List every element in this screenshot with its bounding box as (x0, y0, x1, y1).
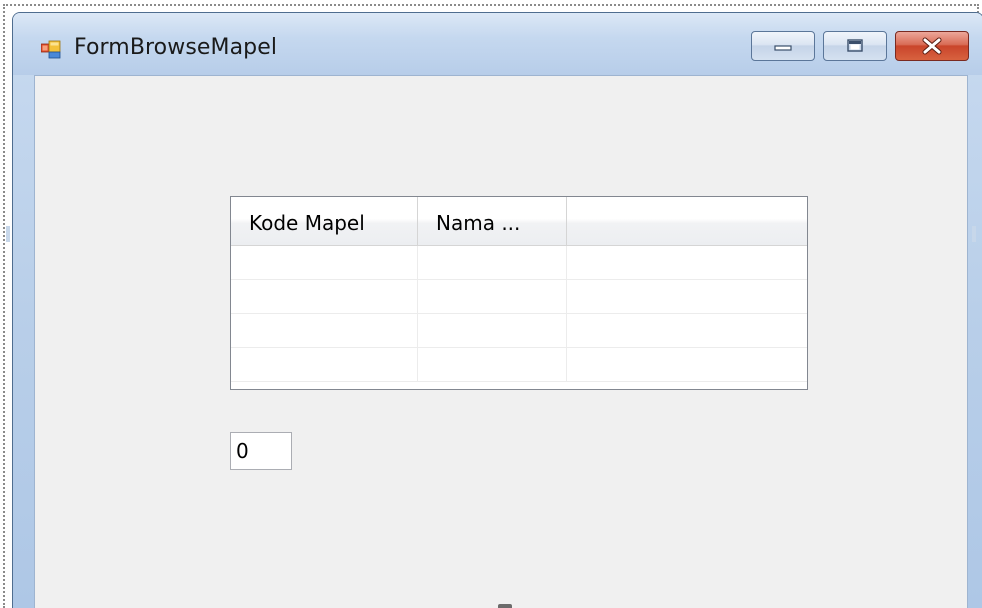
column-header-nama[interactable]: Nama ... (418, 197, 567, 245)
grid-cell[interactable] (418, 348, 567, 381)
close-icon (922, 37, 942, 55)
maximize-icon (847, 39, 863, 52)
grid-cell[interactable] (231, 348, 418, 381)
grid-cell (567, 348, 807, 381)
table-row[interactable] (231, 280, 807, 314)
table-row[interactable] (231, 348, 807, 382)
grid-cell[interactable] (418, 314, 567, 347)
column-header-kode-mapel[interactable]: Kode Mapel (231, 197, 418, 245)
minimize-icon (774, 45, 792, 51)
table-row[interactable] (231, 314, 807, 348)
maximize-button[interactable] (823, 31, 887, 61)
app-icon (41, 40, 61, 59)
minimize-button[interactable] (751, 31, 815, 61)
grid-cell (567, 246, 807, 279)
grid-cell[interactable] (418, 246, 567, 279)
grid-cell[interactable] (231, 314, 418, 347)
grid-cell[interactable] (231, 246, 418, 279)
resize-handle-left[interactable] (6, 226, 10, 242)
grid-cell (567, 280, 807, 313)
window-title: FormBrowseMapel (74, 35, 278, 60)
table-row[interactable] (231, 246, 807, 280)
grid-cell[interactable] (418, 280, 567, 313)
resize-handle-bottom[interactable] (498, 604, 512, 608)
grid-cell (567, 314, 807, 347)
grid-header: Kode Mapel Nama ... (231, 197, 807, 246)
grid-cell[interactable] (231, 280, 418, 313)
caption-buttons (743, 31, 969, 61)
column-header-filler (567, 197, 807, 245)
form-window: FormBrowseMapel Kode Mapel Nama ... 0 (12, 12, 982, 608)
close-button[interactable] (895, 31, 969, 61)
data-grid-view[interactable]: Kode Mapel Nama ... (230, 196, 808, 390)
form-client-area: Kode Mapel Nama ... 0 (34, 75, 968, 608)
title-bar[interactable]: FormBrowseMapel (13, 13, 982, 75)
count-textbox[interactable]: 0 (230, 432, 292, 470)
resize-handle-right[interactable] (972, 226, 976, 242)
